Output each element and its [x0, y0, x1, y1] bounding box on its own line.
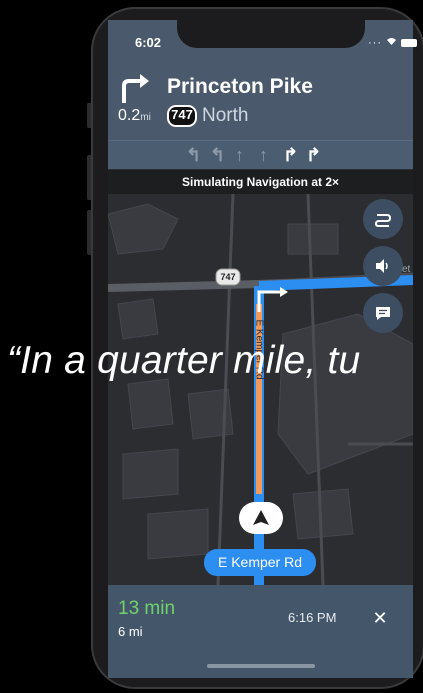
wifi-icon	[386, 37, 401, 49]
turn-left-icon: ↰	[210, 145, 226, 165]
close-icon: ✕	[372, 608, 388, 628]
feedback-icon	[376, 307, 390, 320]
home-indicator[interactable]	[207, 664, 315, 668]
maneuver-distance: 0.2mi	[118, 107, 151, 125]
straight-icon: ↑	[235, 145, 244, 165]
navigation-arrow-icon	[253, 510, 269, 525]
simulation-banner: Simulating Navigation at 2×	[108, 170, 413, 194]
speaker-icon	[376, 259, 388, 273]
status-time: 6:02	[135, 35, 162, 50]
dots-signal-icon: ···	[368, 37, 382, 49]
map-partial-label: et	[402, 264, 411, 275]
route-direction: North	[202, 105, 249, 126]
distance-value: 0.2	[118, 107, 141, 124]
maneuver-street-name: Princeton Pike	[167, 75, 313, 98]
mute-button[interactable]	[363, 246, 403, 286]
distance-unit: mi	[140, 112, 151, 123]
current-road-label: E Kemper Rd	[204, 549, 316, 576]
feedback-button[interactable]	[363, 293, 403, 333]
battery-icon	[401, 39, 418, 48]
turn-right-icon: ↱	[283, 145, 299, 165]
notch	[177, 20, 365, 48]
user-location-puck	[239, 502, 283, 534]
lane-guidance: ↰ ↰ ↑ ↑ ↱ ↱	[108, 140, 413, 169]
simulation-banner-text: Simulating Navigation at 2×	[181, 175, 340, 189]
route-number: 747	[171, 107, 193, 122]
turn-left-icon: ↰	[186, 145, 202, 165]
route-overview-icon	[374, 214, 392, 227]
remaining-duration: 13 min	[118, 598, 176, 619]
status-icons: ···	[368, 37, 418, 49]
map-route-shield-label: 747	[220, 272, 236, 282]
close-navigation-button[interactable]: ✕	[370, 608, 390, 628]
voice-caption: “In a quarter mile, tu	[7, 339, 361, 382]
straight-icon: ↑	[259, 145, 268, 165]
turn-right-icon: ↱	[306, 145, 322, 165]
turn-right-arrow-icon	[118, 72, 152, 109]
overview-button[interactable]	[363, 199, 403, 239]
arrival-time: 6:16 PM	[288, 610, 337, 625]
remaining-distance: 6 mi	[118, 624, 143, 639]
